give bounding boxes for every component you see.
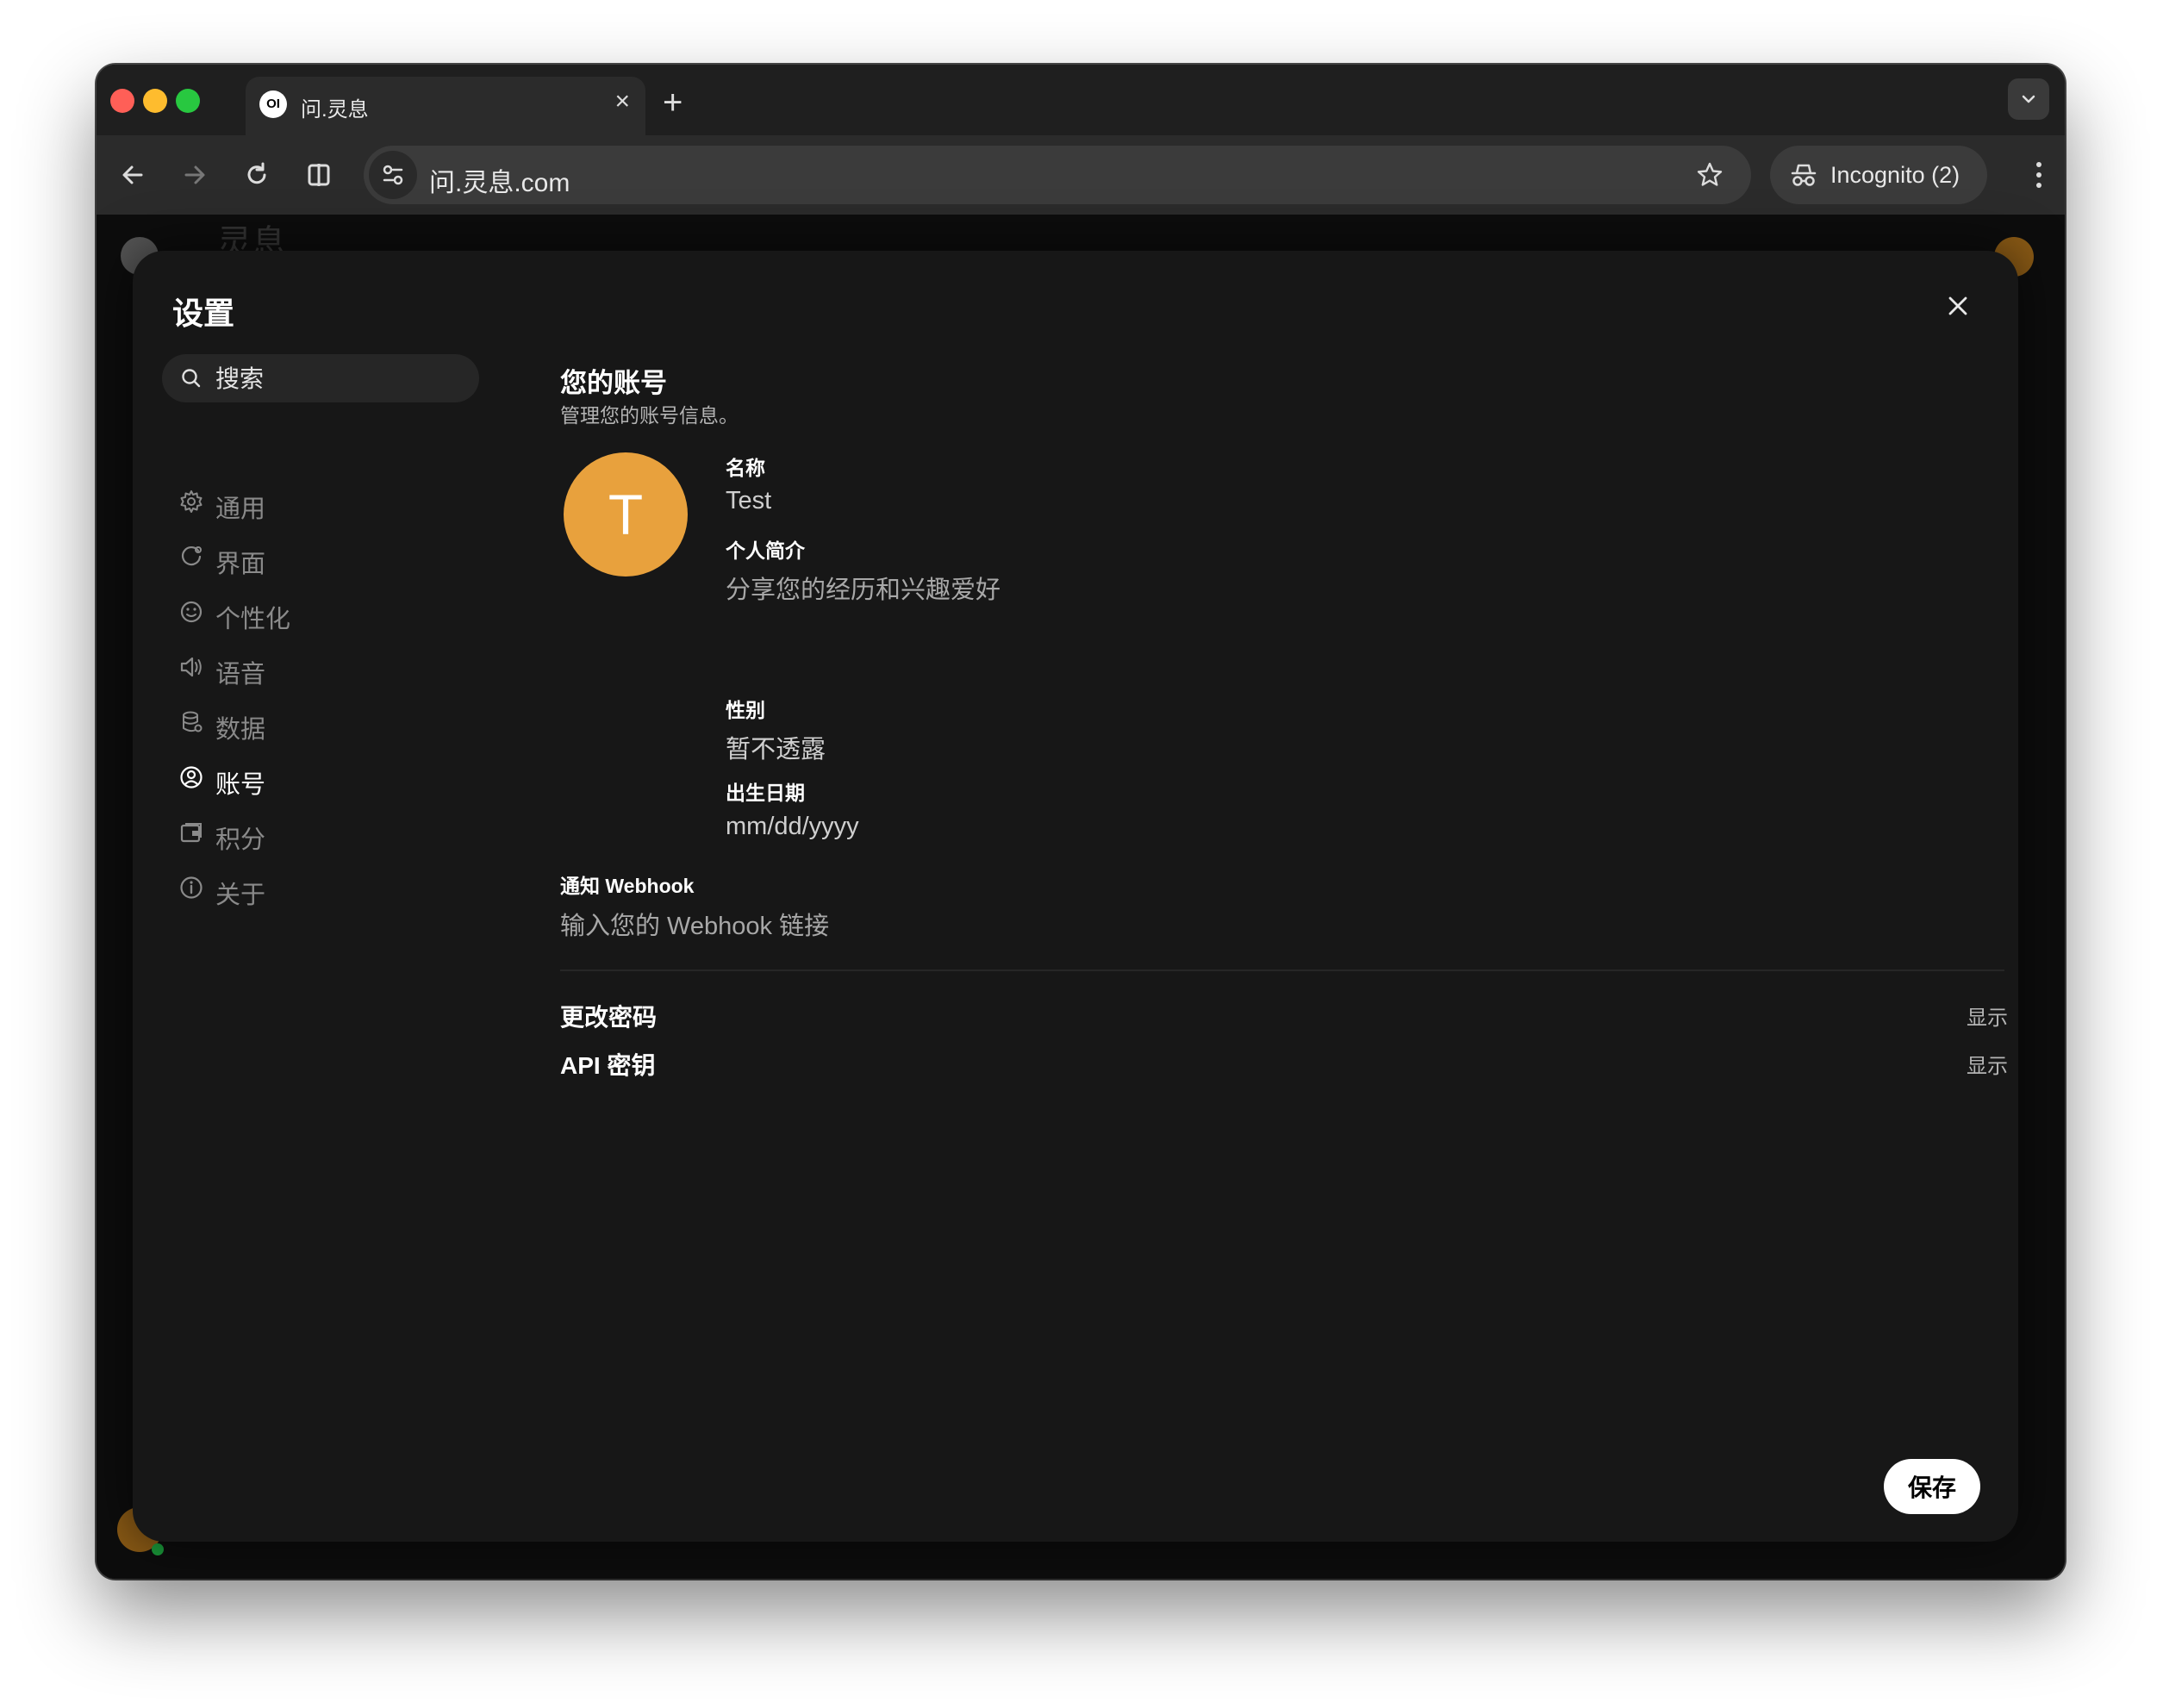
account-settings-panel: 您的账号 管理您的账号信息。 T 名称 Test 个人简介 分享您的经历和兴趣爱… [560, 251, 2008, 1542]
new-tab-icon[interactable]: + [663, 77, 683, 128]
nav-item-data[interactable]: 数据 [178, 703, 471, 745]
bookmark-star-icon[interactable] [1694, 159, 1725, 190]
site-info-button[interactable] [369, 151, 417, 199]
incognito-button[interactable]: Incognito (2) [1770, 146, 1987, 204]
birthday-input[interactable]: mm/dd/yyyy [726, 813, 859, 841]
webhook-label: 通知 Webhook [560, 875, 695, 897]
search-icon [182, 369, 201, 388]
reload-icon[interactable] [236, 154, 277, 196]
nav-label: 语音 [215, 661, 266, 689]
bio-textarea[interactable]: 分享您的经历和兴趣爱好 [726, 570, 1000, 606]
close-window-button[interactable] [110, 89, 134, 113]
url-text: 问.灵息.com [429, 169, 570, 197]
section-title: 您的账号 [560, 368, 667, 398]
change-password-show-button[interactable]: 显示 [1967, 1000, 2008, 1031]
webhook-input[interactable]: 输入您的 Webhook 链接 [560, 906, 829, 942]
nav-item-about[interactable]: 关于 [178, 869, 471, 910]
split-view-icon[interactable] [298, 154, 340, 196]
chevron-down-icon [2022, 95, 2035, 103]
birthday-label: 出生日期 [726, 782, 805, 804]
tab-favicon-icon: OI [259, 90, 287, 118]
change-password-label: 更改密码 [560, 1004, 658, 1031]
speaker-icon [180, 657, 202, 677]
name-input[interactable]: Test [726, 487, 771, 515]
gear-icon [180, 490, 203, 513]
nav-item-interface[interactable]: 界面 [178, 538, 471, 579]
online-status-dot [152, 1543, 164, 1555]
browser-tab[interactable]: OI 问.灵息 × [246, 77, 645, 135]
database-icon [183, 711, 203, 732]
interface-icon [181, 545, 202, 566]
nav-label: 通用 [215, 496, 266, 523]
minimize-window-button[interactable] [143, 89, 167, 113]
more-vertical-icon[interactable] [2034, 154, 2044, 196]
nav-label: 关于 [215, 882, 266, 909]
nav-label: 个性化 [215, 606, 291, 633]
name-label: 名称 [726, 457, 765, 479]
search-input[interactable] [214, 359, 467, 399]
smile-icon [180, 601, 203, 623]
settings-search [162, 354, 479, 402]
nav-label: 账号 [215, 771, 266, 799]
nav-item-credits[interactable]: 积分 [178, 813, 471, 855]
page-viewport: 灵息 设置 通用 [97, 215, 2065, 1579]
address-bar[interactable]: 问.灵息.com [364, 146, 1751, 204]
nav-label: 数据 [215, 716, 266, 744]
incognito-label: Incognito (2) [1830, 162, 1960, 188]
nav-label: 界面 [215, 551, 266, 578]
nav-label: 积分 [215, 826, 266, 854]
browser-toolbar: 问.灵息.com Incognito (2) [97, 135, 2065, 215]
forward-arrow-icon[interactable] [174, 154, 215, 196]
incognito-icon [1791, 164, 1817, 186]
nav-item-general[interactable]: 通用 [178, 483, 471, 524]
gender-label: 性别 [726, 699, 765, 721]
maximize-window-button[interactable] [176, 89, 200, 113]
info-icon [180, 876, 203, 899]
divider [560, 969, 2004, 971]
gender-select[interactable]: 暂不透露 [726, 729, 826, 765]
settings-modal: 设置 通用 [133, 251, 2018, 1542]
tab-title: 问.灵息 [301, 98, 369, 122]
nav-item-voice[interactable]: 语音 [178, 648, 471, 689]
wallet-icon [180, 823, 202, 843]
save-button[interactable]: 保存 [1884, 1459, 1980, 1514]
back-arrow-icon[interactable] [112, 154, 153, 196]
api-key-label: API 密钥 [560, 1052, 656, 1079]
nav-item-account[interactable]: 账号 [178, 758, 471, 800]
bio-label: 个人简介 [726, 539, 805, 562]
tune-icon [383, 165, 403, 185]
user-circle-icon [180, 766, 203, 789]
profile-avatar[interactable]: T [564, 452, 688, 577]
tab-bar: OI 问.灵息 × + [97, 65, 2065, 135]
browser-window: OI 问.灵息 × + 问.灵息.com Incognito (2) 灵息 设置… [97, 65, 2065, 1579]
tab-search-button[interactable] [2008, 78, 2049, 120]
tab-close-icon[interactable]: × [614, 87, 630, 116]
section-subtitle: 管理您的账号信息。 [560, 404, 739, 427]
api-key-show-button[interactable]: 显示 [1967, 1049, 2008, 1079]
nav-item-personalization[interactable]: 个性化 [178, 593, 471, 634]
modal-title: 设置 [172, 296, 235, 331]
